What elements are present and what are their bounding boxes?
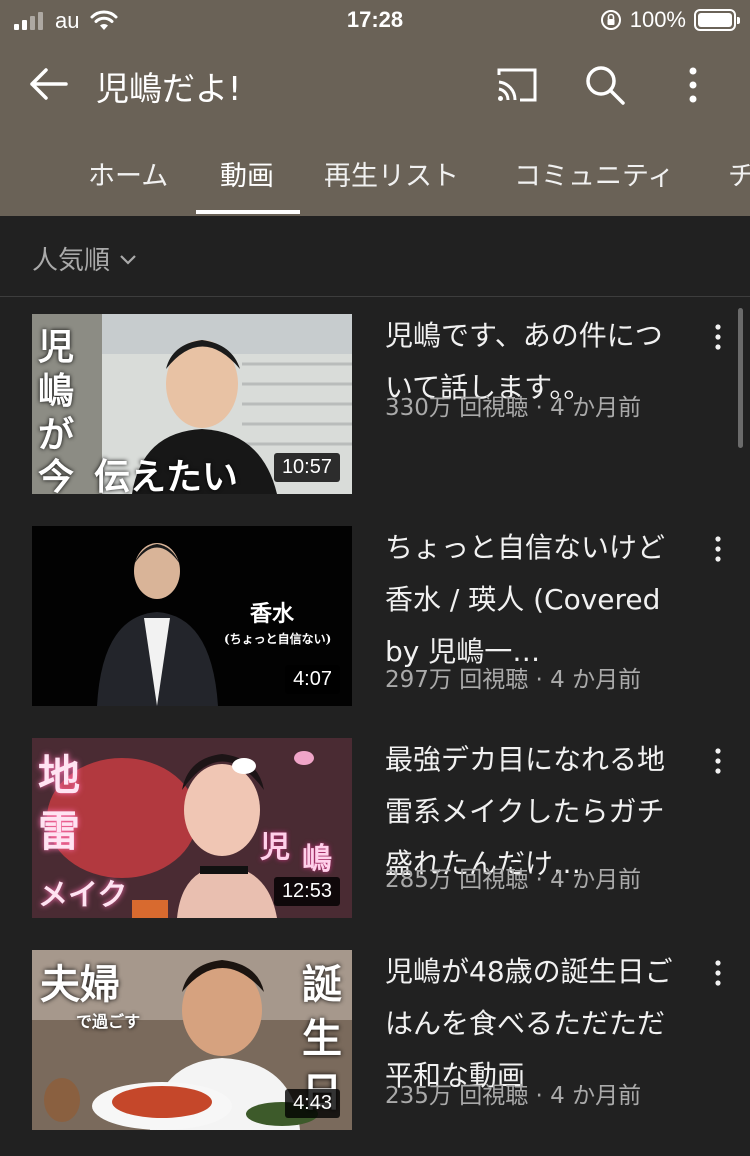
video-meta: 235万 回視聴 · 4 か月前 xyxy=(385,1083,642,1109)
video-duration: 4:07 xyxy=(285,665,340,694)
more-vert-icon[interactable] xyxy=(704,534,732,564)
back-arrow-icon[interactable] xyxy=(26,64,70,104)
channel-header: au 17:28 100% 児嶋だよ! ホーム 動画 再生リスト コミュニティ … xyxy=(0,0,750,216)
active-tab-indicator xyxy=(196,210,300,214)
rotation-lock-icon xyxy=(600,10,621,30)
tab-channels[interactable]: チ xyxy=(728,154,750,193)
video-thumbnail[interactable]: 香水 (ちょっと自信ない) 4:07 xyxy=(32,526,352,706)
video-views: 330万 回視聴 xyxy=(385,395,529,421)
video-thumbnail[interactable]: 地 雷 メイク 児 嶋 12:53 xyxy=(32,738,352,918)
video-duration: 4:43 xyxy=(285,1089,340,1118)
battery-icon xyxy=(694,9,740,31)
channel-title: 児嶋だよ! xyxy=(96,69,242,108)
tab-playlists[interactable]: 再生リスト xyxy=(324,154,459,193)
thumbnail-text: 地 xyxy=(38,751,81,800)
channel-tabs: ホーム 動画 再生リスト コミュニティ チ xyxy=(0,140,750,216)
video-duration: 10:57 xyxy=(273,453,340,482)
battery-percent: 100% xyxy=(629,7,686,32)
video-age: 4 か月前 xyxy=(550,1083,642,1109)
sort-row: 人気順 xyxy=(0,216,750,297)
thumbnail-text: (ちょっと自信ない) xyxy=(224,632,332,646)
tab-home[interactable]: ホーム xyxy=(88,154,168,193)
more-vert-icon[interactable] xyxy=(704,746,732,776)
thumbnail-text: メイク xyxy=(38,878,128,913)
thumbnail-text: 雷 xyxy=(38,807,81,856)
video-item[interactable]: 児 嶋 が 今 伝えたい 10:57 児嶋です、あの件について話します。。 33… xyxy=(0,314,750,494)
status-bar: au 17:28 100% xyxy=(0,0,750,40)
chevron-down-icon xyxy=(120,254,136,265)
video-item[interactable]: 夫婦 で過ごす 誕 生 日 4:43 児嶋が48歳の誕生日ごはんを食べるただただ… xyxy=(0,950,750,1130)
thumbnail-text: 誕 xyxy=(302,962,342,1008)
video-age: 4 か月前 xyxy=(550,867,642,893)
more-vert-icon[interactable] xyxy=(704,322,732,352)
video-meta: 330万 回視聴 · 4 か月前 xyxy=(385,395,642,421)
video-title[interactable]: ちょっと自信ないけど香水 / 瑛人 (Covered by 児嶋一… xyxy=(385,522,685,678)
thumbnail-text: 嶋 xyxy=(302,842,332,877)
video-meta: 285万 回視聴 · 4 か月前 xyxy=(385,867,642,893)
sort-label: 人気順 xyxy=(32,246,111,276)
video-thumbnail[interactable]: 児 嶋 が 今 伝えたい 10:57 xyxy=(32,314,352,494)
sort-dropdown[interactable]: 人気順 xyxy=(32,240,138,277)
status-right: 100% xyxy=(600,7,740,33)
video-views: 285万 回視聴 xyxy=(385,867,529,893)
cast-icon[interactable] xyxy=(494,62,540,108)
thumbnail-text: 伝えたい xyxy=(94,457,239,494)
thumbnail-text: 今 xyxy=(38,457,75,494)
video-duration: 12:53 xyxy=(273,877,340,906)
thumbnail-text: 夫婦 xyxy=(40,962,120,1008)
video-views: 297万 回視聴 xyxy=(385,667,529,693)
app-bar: 児嶋だよ! xyxy=(0,50,750,120)
more-vert-icon[interactable] xyxy=(704,958,732,988)
more-vert-icon[interactable] xyxy=(670,62,716,108)
scrollbar[interactable] xyxy=(738,308,743,448)
tab-videos[interactable]: 動画 xyxy=(220,154,274,193)
video-item[interactable]: 香水 (ちょっと自信ない) 4:07 ちょっと自信ないけど香水 / 瑛人 (Co… xyxy=(0,526,750,706)
search-icon[interactable] xyxy=(582,62,628,108)
video-thumbnail[interactable]: 夫婦 で過ごす 誕 生 日 4:43 xyxy=(32,950,352,1130)
video-item[interactable]: 地 雷 メイク 児 嶋 12:53 最強デカ目になれる地雷系メイクしたらガチ盛れ… xyxy=(0,738,750,918)
video-age: 4 か月前 xyxy=(550,395,642,421)
tab-community[interactable]: コミュニティ xyxy=(514,154,674,193)
thumbnail-text: で過ごす xyxy=(76,1012,141,1031)
thumbnail-text: 生 xyxy=(302,1016,342,1062)
video-age: 4 か月前 xyxy=(550,667,642,693)
thumbnail-text: 香水 xyxy=(250,601,295,627)
thumbnail-text: 児 xyxy=(260,830,290,865)
video-meta: 297万 回視聴 · 4 か月前 xyxy=(385,667,642,693)
video-views: 235万 回視聴 xyxy=(385,1083,529,1109)
